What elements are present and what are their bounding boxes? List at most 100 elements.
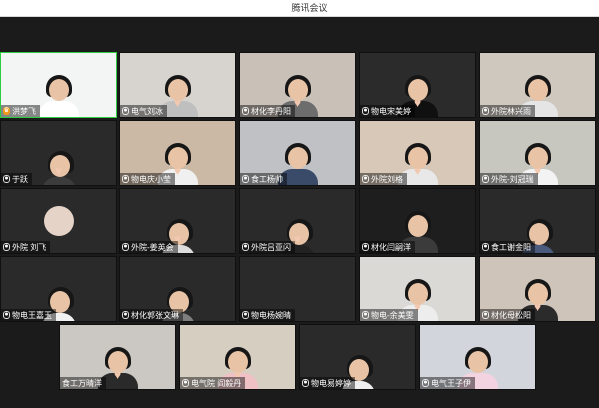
gallery-row-4: ● 物电王嘉玉 ● 材化郭张文琳 ● 物电杨婉晴 ♥ ● 物电-余美雯 ♥ ● … [0,256,599,322]
participant-namebar: ● 外院林兴雨 [480,105,535,117]
participant-name: 外院林兴雨 [491,106,531,116]
participant-namebar: ● 外院刘格 [360,173,407,185]
microphone-icon: ● [122,311,129,319]
gallery-row-3: ● 外院 刘飞 ♥ ● 外院-姜英会 ♥ ● 外院吕亚闪 ● 材化闫嗣洋 ● 食… [0,188,599,254]
participant-namebar: ● 材化闫嗣洋 [360,241,415,253]
participant-tile[interactable]: ♥ ● 物电庆小莹 [119,120,236,186]
participant-tile[interactable]: ● 物电易婷婷 [299,324,416,390]
microphone-icon: ● [362,311,369,319]
microphone-icon: ● [482,243,489,251]
participant-name: 洪梦飞 [12,106,36,116]
participant-tile[interactable]: ● 电气王子伊 [419,324,536,390]
participant-tile[interactable]: ♥ ● 电气院 阎毅丹 [179,324,296,390]
participant-tile[interactable]: ● 外院林兴雨 [479,52,596,118]
gallery-row-5: ♥ 食工万晴洋 ♥ ● 电气院 阎毅丹 ● 物电易婷婷 ● 电气王子伊 [0,324,599,390]
participant-tile[interactable]: ♥ ● 外院-姜英会 [119,188,236,254]
participant-tile[interactable]: ● 食工杨帅 [239,120,356,186]
participant-namebar: ● 于跃 [1,173,32,185]
participant-tile[interactable]: ● 材化闫嗣洋 [359,188,476,254]
participant-tile[interactable]: ♥ ● 外院-刘冠瑞 [479,120,596,186]
microphone-icon: ● [122,175,129,183]
participant-namebar: ● 电气院 阎毅丹 [180,377,246,389]
microphone-icon: ● [122,243,129,251]
participant-name: 材化郭张文琳 [131,310,179,320]
microphone-icon: ● [122,107,129,115]
participant-namebar: ● 外院-刘冠瑞 [480,173,538,185]
heart-gesture-icon: ♥ [413,164,422,178]
participant-namebar: ● 物电庆小莹 [120,173,175,185]
participant-namebar: ♛ 洪梦飞 [1,105,40,117]
participant-tile[interactable]: ● 物电王嘉玉 [0,256,117,322]
gallery-row-2: ♥ ● 于跃 ♥ ● 物电庆小莹 ● 食工杨帅 ♥ ● 外院刘格 ♥ ● 外院-… [0,120,599,186]
microphone-icon: ● [482,107,489,115]
video-gallery: ♛ 洪梦飞 ♥ ● 电气刘冰 ♥ ● 材化李丹阳 ♥ ● 物电宋美婷 ● 外院林… [0,52,599,394]
heart-gesture-icon: ♥ [173,96,182,110]
participant-namebar: ● 电气王子伊 [420,377,475,389]
microphone-icon: ● [302,379,309,387]
participant-name: 外院吕亚闪 [251,242,291,252]
participant-name: 材化闫嗣洋 [371,242,411,252]
participant-tile[interactable]: ● 材化郭张文琳 [119,256,236,322]
participant-tile[interactable]: ♥ ● 材化李丹阳 [239,52,356,118]
participant-tile[interactable]: ♛ 洪梦飞 [0,52,117,118]
participant-namebar: ● 材化母松阳 [480,309,535,321]
microphone-icon: ● [3,243,10,251]
microphone-icon: ● [242,243,249,251]
participant-namebar: ● 电气刘冰 [120,105,167,117]
participant-tile[interactable]: ♥ ● 材化母松阳 [479,256,596,322]
avatar [43,206,74,236]
microphone-icon: ● [422,379,429,387]
heart-gesture-icon: ♥ [113,368,122,382]
participant-name: 物电庆小莹 [131,174,171,184]
participant-tile[interactable]: ♥ ● 物电-余美雯 [359,256,476,322]
participant-namebar: 食工万晴洋 [60,377,106,389]
participant-tile[interactable]: ● 外院 刘飞 [0,188,117,254]
participant-name: 物电王嘉玉 [12,310,52,320]
microphone-icon: ● [242,107,249,115]
participant-namebar: ● 外院-姜英会 [120,241,178,253]
participant-namebar: ● 材化郭张文琳 [120,309,183,321]
participant-namebar: ● 物电-余美雯 [360,309,418,321]
participant-name: 于跃 [12,174,28,184]
participant-name: 物电宋美婷 [371,106,411,116]
participant-tile[interactable]: ♥ ● 电气刘冰 [119,52,236,118]
microphone-icon: ● [3,311,10,319]
participant-namebar: ● 食工杨帅 [240,173,287,185]
participant-name: 物电-余美雯 [371,310,414,320]
participant-namebar: ● 食工谢金阳 [480,241,535,253]
participant-name: 食工杨帅 [251,174,283,184]
participant-tile[interactable]: ♥ ● 物电宋美婷 [359,52,476,118]
participant-name: 食工谢金阳 [491,242,531,252]
microphone-icon: ● [482,311,489,319]
participant-namebar: ● 外院 刘飞 [1,241,51,253]
participant-name: 物电易婷婷 [311,378,351,388]
participant-name: 外院刘格 [371,174,403,184]
gallery-row-1: ♛ 洪梦飞 ♥ ● 电气刘冰 ♥ ● 材化李丹阳 ♥ ● 物电宋美婷 ● 外院林… [0,52,599,118]
participant-video [38,75,79,117]
participant-namebar: ● 物电杨婉晴 [240,309,295,321]
participant-name: 物电杨婉晴 [251,310,291,320]
app-title: 腾讯会议 [291,3,328,13]
participant-namebar: ● 材化李丹阳 [240,105,295,117]
participant-name: 电气王子伊 [431,378,471,388]
participant-name: 材化母松阳 [491,310,531,320]
microphone-icon: ● [362,243,369,251]
microphone-icon: ● [242,175,249,183]
participant-tile[interactable]: ♥ ● 外院吕亚闪 [239,188,356,254]
microphone-icon: ● [362,175,369,183]
participant-tile[interactable]: ♥ ● 外院刘格 [359,120,476,186]
heart-gesture-icon: ♥ [54,164,63,178]
participant-tile[interactable]: ● 食工谢金阳 [479,188,596,254]
microphone-icon: ● [362,107,369,115]
microphone-icon: ● [242,311,249,319]
participant-tile[interactable]: ♥ ● 于跃 [0,120,117,186]
participant-name: 外院 刘飞 [12,242,47,252]
participant-tile[interactable]: ♥ 食工万晴洋 [59,324,176,390]
participant-namebar: ● 物电王嘉玉 [1,309,56,321]
participant-tile[interactable]: ● 物电杨婉晴 [239,256,356,322]
host-icon: ♛ [3,107,10,115]
participant-namebar: ● 物电易婷婷 [300,377,355,389]
participant-namebar: ● 外院吕亚闪 [240,241,295,253]
microphone-icon: ● [182,379,189,387]
window-titlebar: 腾讯会议 [0,0,599,17]
